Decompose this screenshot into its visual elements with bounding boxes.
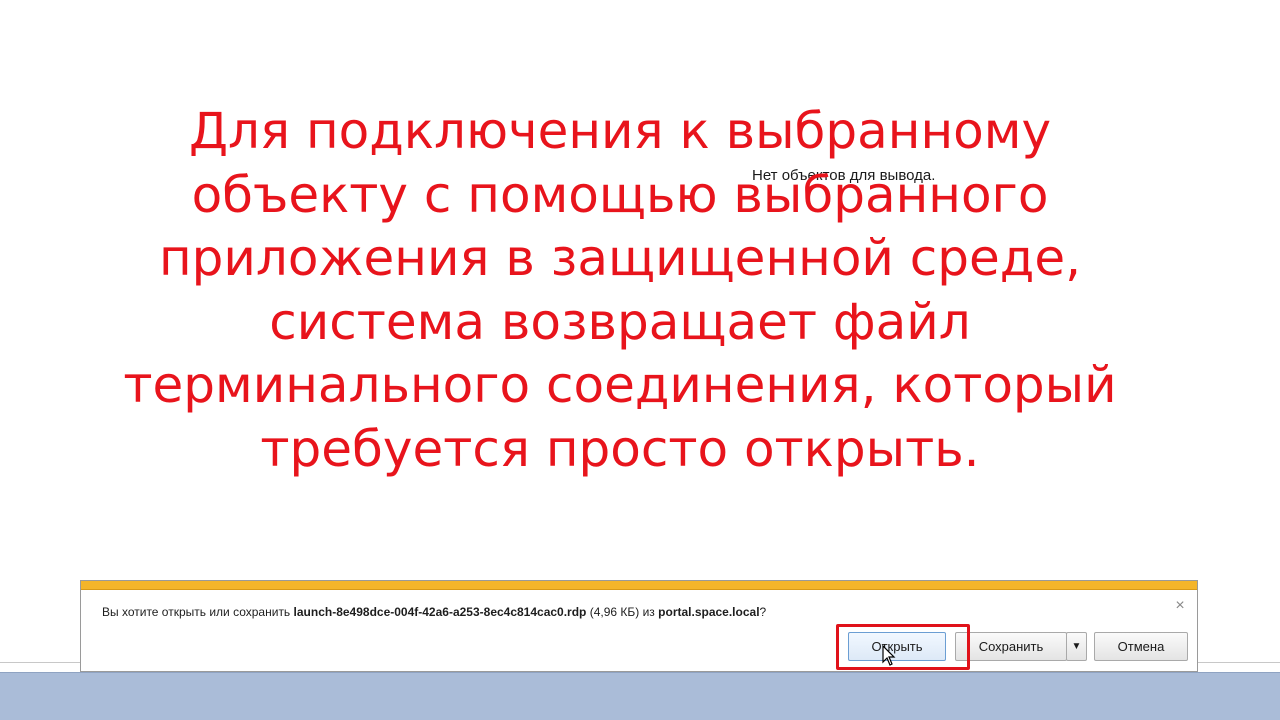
caption-line-5: терминального соединения, который [123, 356, 1117, 414]
cancel-button[interactable]: Отмена [1094, 632, 1188, 661]
prompt-suffix: ? [759, 605, 767, 619]
caption-line-1: Для подключения к выбранному [188, 102, 1052, 160]
download-source: portal.space.local [658, 605, 760, 619]
close-icon[interactable]: × [1173, 598, 1187, 614]
taskbar [0, 672, 1280, 720]
notification-accent-strip [81, 581, 1197, 590]
download-prompt-message: Вы хотите открыть или сохранить launch-8… [102, 605, 766, 619]
caption-line-6: требуется просто открыть. [260, 419, 980, 478]
chevron-down-icon: ▼ [1071, 641, 1082, 652]
prompt-prefix: Вы хотите открыть или сохранить [102, 605, 294, 619]
download-notification-bar: Вы хотите открыть или сохранить launch-8… [80, 580, 1198, 672]
caption-line-3: приложения в защищенной среде, [158, 229, 1082, 287]
save-options-dropdown-button[interactable]: ▼ [1066, 632, 1087, 661]
overlay-caption: Для подключения к выбранному объекту с п… [60, 100, 1180, 481]
download-filename: launch-8e498dce-004f-42a6-a253-8ec4c814c… [293, 605, 587, 619]
caption-line-4: система возвращает файл [269, 292, 971, 351]
file-size: (4,96 КБ) из [586, 605, 659, 619]
save-button[interactable]: Сохранить [955, 632, 1067, 661]
mouse-cursor-icon [882, 645, 896, 666]
caption-line-2: объекту с помощью выбранного [191, 165, 1049, 224]
open-button[interactable]: Открыть [848, 632, 946, 661]
